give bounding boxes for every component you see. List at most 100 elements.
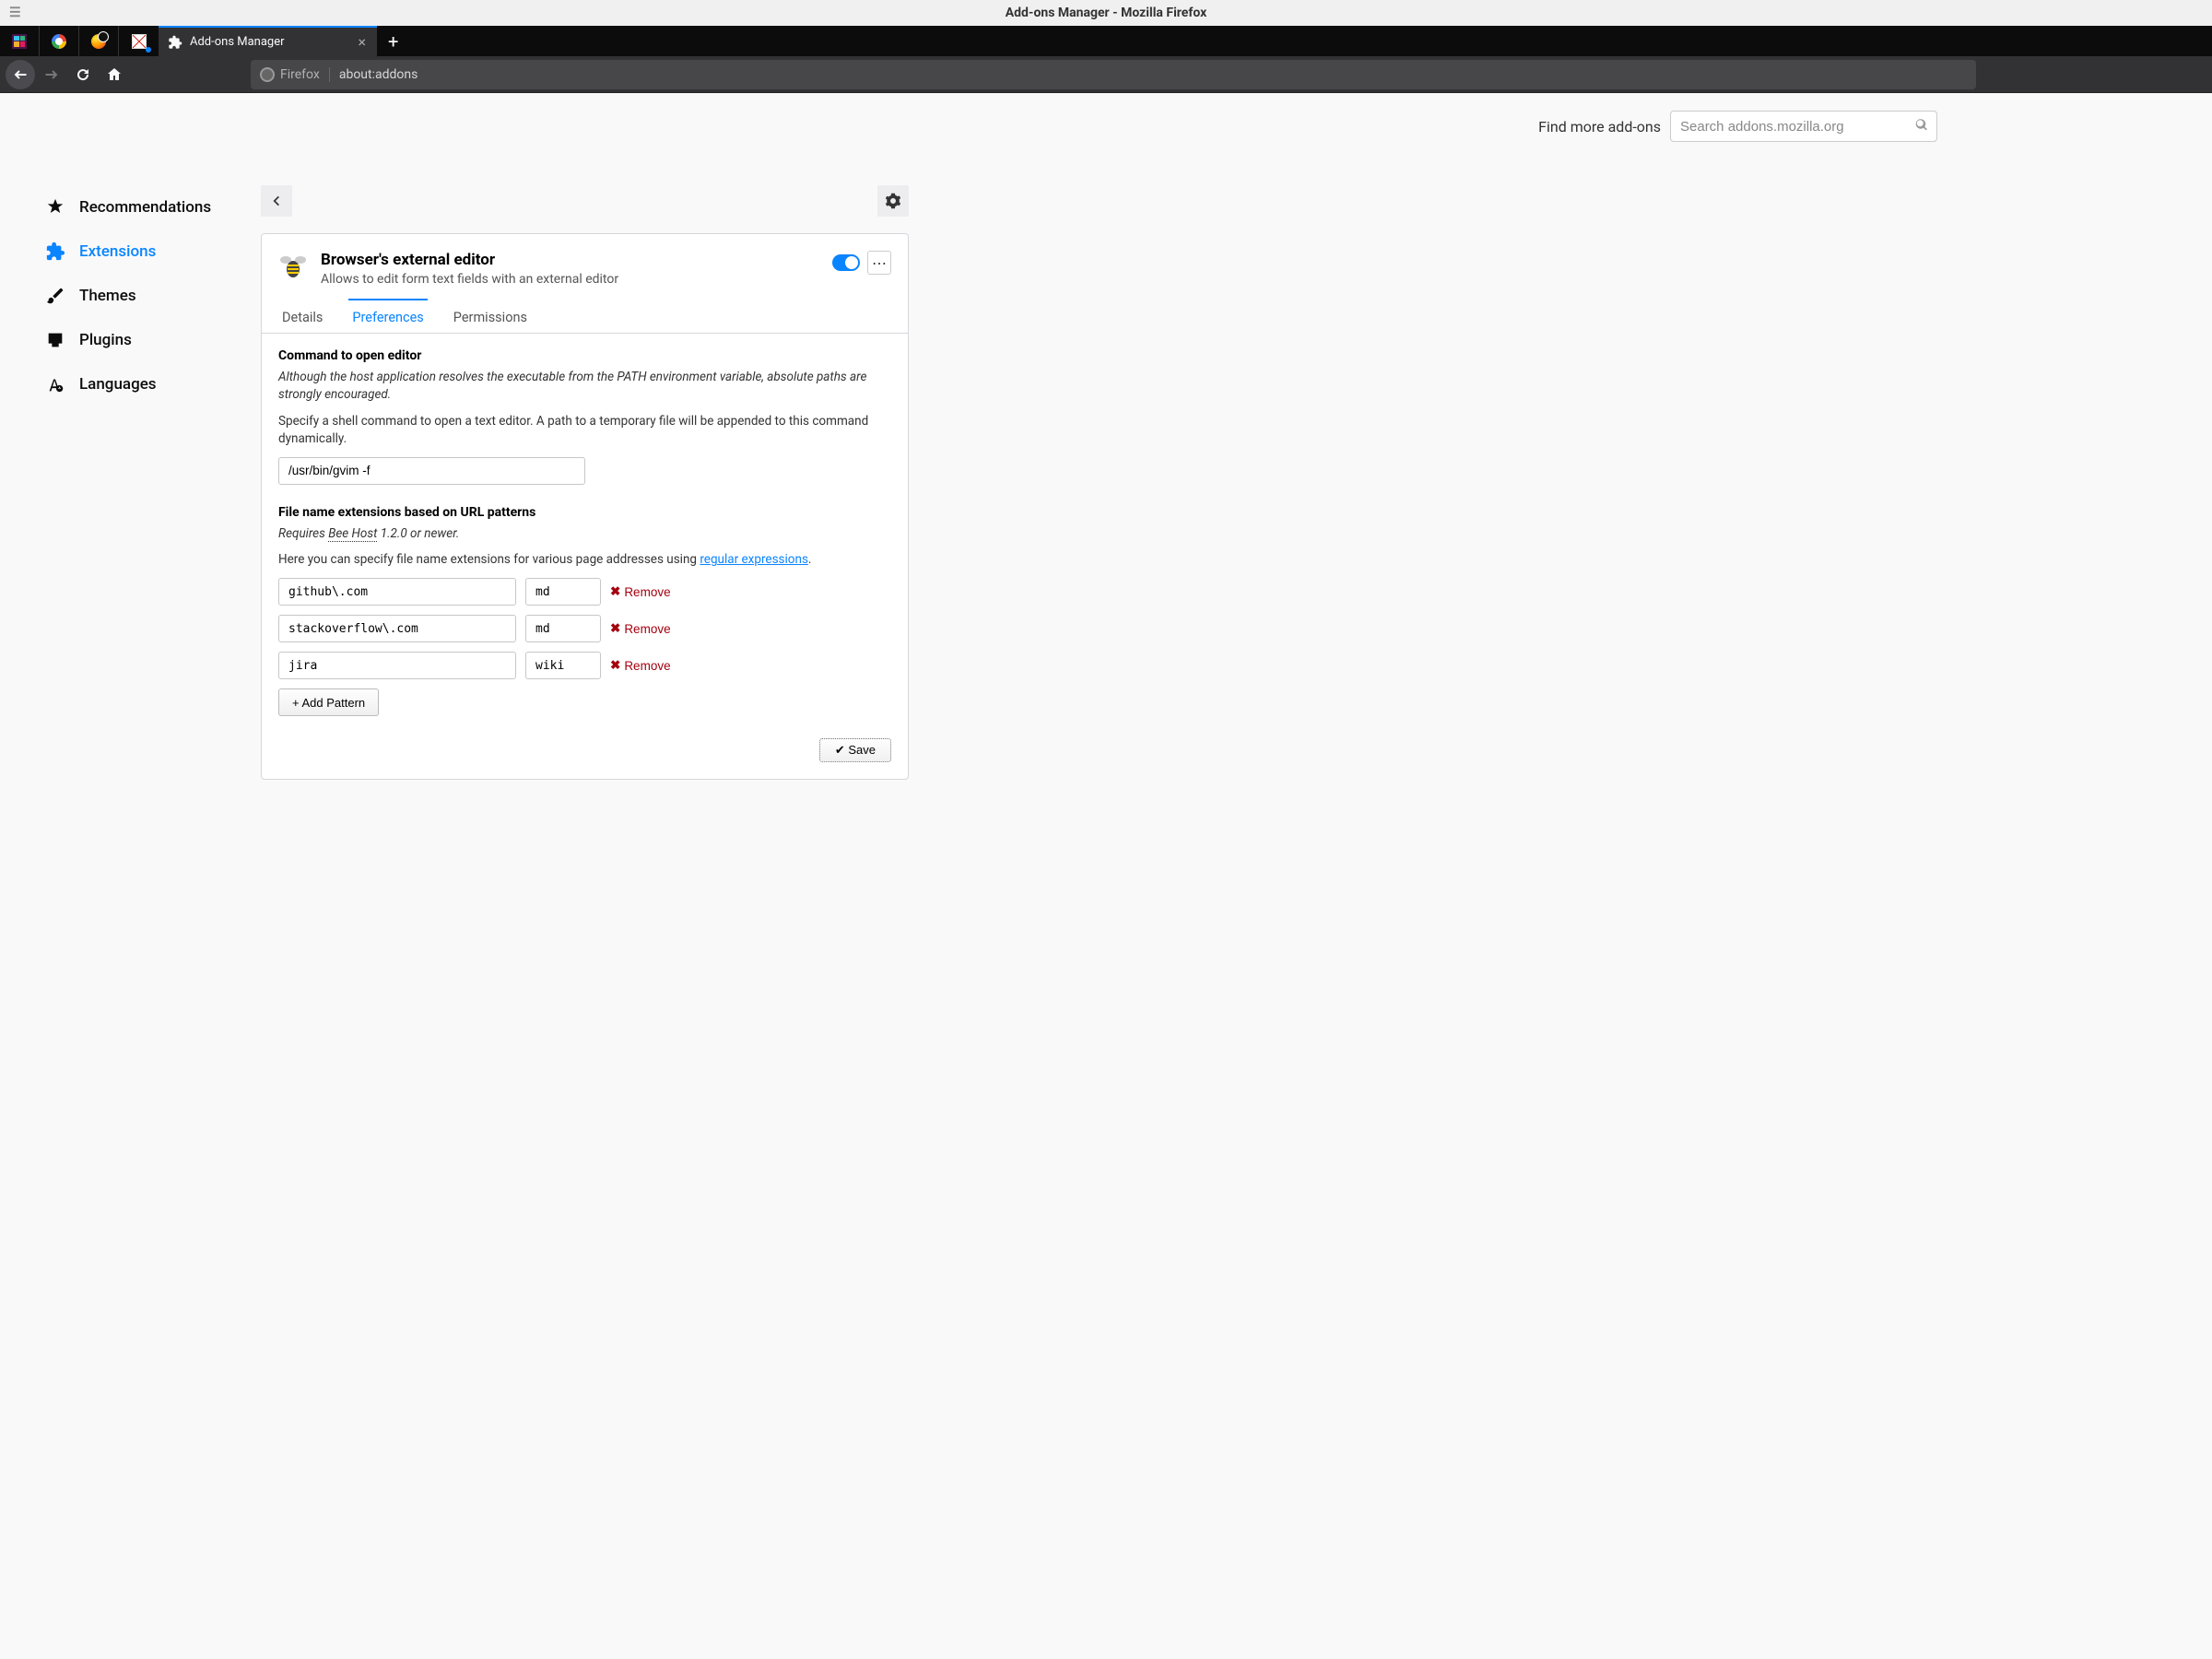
pattern-row: ✖ Remove [278,652,891,679]
remove-pattern-button[interactable]: ✖ Remove [610,621,671,636]
reload-icon [76,67,90,82]
command-note: Although the host application resolves t… [278,369,891,404]
add-pattern-button[interactable]: + Add Pattern [278,688,379,716]
pattern-input[interactable] [278,615,516,642]
identity-box[interactable]: Firefox [260,67,330,82]
sidebar-item-label: Recommendations [79,198,211,217]
arrow-left-icon [13,67,28,82]
brush-icon [44,285,66,307]
sidebar-item-label: Themes [79,287,136,305]
remove-pattern-button[interactable]: ✖ Remove [610,658,671,673]
forward-button [37,60,66,89]
settings-button[interactable] [877,185,909,217]
find-addons-label: Find more add-ons [1538,118,1661,135]
remove-pattern-button[interactable]: ✖ Remove [610,584,671,599]
plug-icon [44,329,66,351]
url-text: about:addons [339,67,418,82]
media-icon [91,34,106,49]
command-section-title: Command to open editor [278,348,891,363]
tab-label: Add-ons Manager [190,35,354,49]
window-title: Add-ons Manager - Mozilla Firefox [1006,6,1206,20]
tab-preferences[interactable]: Preferences [348,299,427,333]
sidebar-item-label: Extensions [79,242,156,261]
patterns-help: Here you can specify file name extension… [278,551,891,569]
extension-input[interactable] [525,578,601,606]
pinned-tab-gmail[interactable] [119,26,159,56]
x-icon: ✖ [610,584,620,599]
search-input[interactable] [1670,111,1937,142]
language-icon [44,373,66,395]
pinned-tab-slack[interactable] [0,26,40,56]
bee-host-link[interactable]: Bee Host [328,526,377,542]
sidebar-item-plugins[interactable]: Plugins [44,318,261,362]
close-icon[interactable]: × [354,33,370,51]
remove-label: Remove [624,659,670,673]
tab-addons-manager[interactable]: Add-ons Manager × [159,26,377,56]
patterns-section-title: File name extensions based on URL patter… [278,505,891,520]
pattern-row: ✖ Remove [278,615,891,642]
star-icon [44,196,66,218]
puzzle-icon [44,241,66,263]
chevron-left-icon [270,194,283,207]
home-button[interactable] [100,60,129,89]
back-detail-button[interactable] [261,185,292,217]
dots-icon: ⋯ [872,254,887,272]
back-button[interactable] [6,60,35,89]
command-input[interactable] [278,457,585,485]
window-titlebar: ☰ Add-ons Manager - Mozilla Firefox [0,0,2212,26]
x-icon: ✖ [610,621,620,636]
regex-link[interactable]: regular expressions [700,552,808,567]
tabstrip: Add-ons Manager × + [0,26,2212,56]
tab-permissions[interactable]: Permissions [450,299,531,333]
reload-button[interactable] [68,60,98,89]
sidebar-item-themes[interactable]: Themes [44,274,261,318]
gmail-icon [132,34,147,49]
notification-dot [146,47,151,53]
tab-details[interactable]: Details [278,299,326,333]
more-options-button[interactable]: ⋯ [867,251,891,275]
command-help: Specify a shell command to open a text e… [278,413,891,448]
pattern-input[interactable] [278,578,516,606]
url-bar[interactable]: Firefox about:addons [251,60,1976,89]
arrow-right-icon [44,67,59,82]
requires-suffix: 1.2.0 or newer. [377,526,459,541]
remove-label: Remove [624,622,670,636]
gear-icon [885,193,901,209]
home-icon [107,67,122,82]
navigation-toolbar: Firefox about:addons [0,56,2212,93]
sidebar-item-label: Plugins [79,331,132,349]
addon-description: Allows to edit form text fields with an … [321,272,819,287]
pinned-tab-3[interactable] [79,26,119,56]
save-button[interactable]: ✔ Save [819,738,891,762]
firefox-icon [260,67,275,82]
pinned-tab-google[interactable] [40,26,79,56]
slack-icon [12,34,27,49]
addon-card: Browser's external editor Allows to edit… [261,233,909,780]
requires-note: Requires Bee Host 1.2.0 or newer. [278,525,891,543]
extension-input[interactable] [525,615,601,642]
sidebar-item-languages[interactable]: Languages [44,362,261,406]
pattern-input[interactable] [278,652,516,679]
extension-input[interactable] [525,652,601,679]
main-panel: Browser's external editor Allows to edit… [261,185,909,780]
sidebar-item-recommendations[interactable]: Recommendations [44,185,261,229]
requires-prefix: Requires [278,526,328,541]
search-icon[interactable] [1915,118,1928,135]
bee-icon [278,251,308,280]
remove-label: Remove [624,585,670,599]
google-icon [52,34,66,49]
detail-tabs: Details Preferences Permissions [262,300,908,334]
patterns-help-suffix: . [808,552,812,567]
enable-toggle[interactable] [832,254,860,271]
identity-label: Firefox [280,67,320,82]
sidebar-item-extensions[interactable]: Extensions [44,229,261,274]
sidebar-item-label: Languages [79,375,157,394]
pattern-row: ✖ Remove [278,578,891,606]
sidebar: Recommendations Extensions Themes Plugin… [0,112,261,780]
x-icon: ✖ [610,658,620,673]
new-tab-button[interactable]: + [377,30,409,53]
patterns-help-prefix: Here you can specify file name extension… [278,552,700,567]
puzzle-icon [168,35,182,50]
addon-name: Browser's external editor [321,251,819,269]
hamburger-icon[interactable]: ☰ [9,6,21,20]
